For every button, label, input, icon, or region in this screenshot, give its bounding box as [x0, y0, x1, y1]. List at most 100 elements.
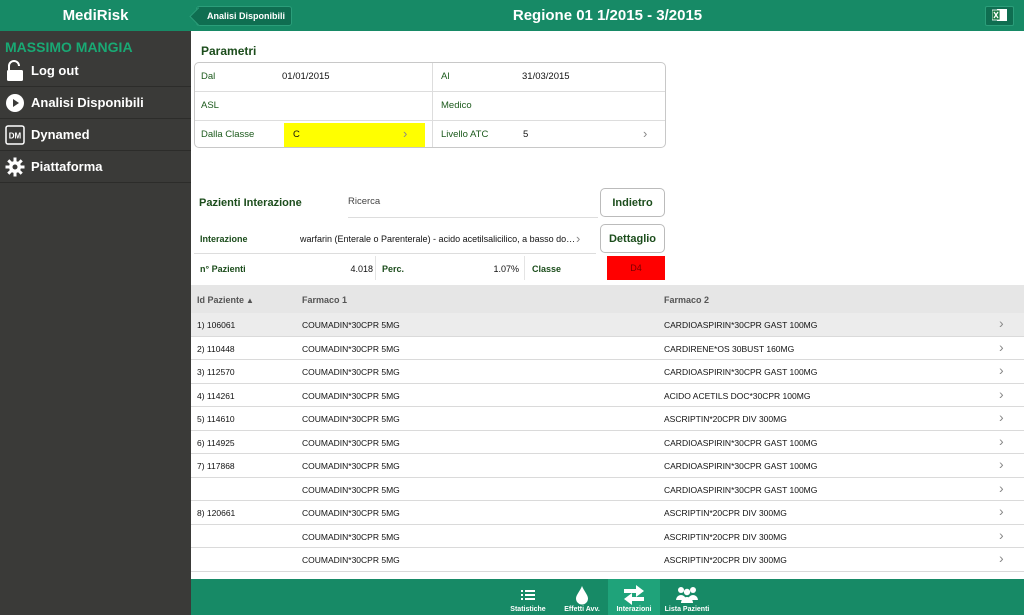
chevron-right-icon: ›: [576, 231, 581, 246]
table-row[interactable]: COUMADIN*30CPR 5MG ASCRIPTIN*20CPR DIV 30…: [191, 525, 1024, 548]
npazienti-label: n° Pazienti: [200, 264, 246, 274]
excel-icon: [991, 8, 1008, 25]
cell-id: 1) 106061: [197, 320, 236, 330]
tab-label: Effetti Avv.: [564, 606, 600, 613]
perc-value: 1.07%: [493, 264, 519, 274]
table-row[interactable]: 5) 114610 COUMADIN*30CPR 5MG ASCRIPTIN*20C…: [191, 407, 1024, 431]
sidebar-item-dynamed[interactable]: DM Dynamed: [0, 119, 191, 151]
medico-label: Medico: [441, 100, 472, 111]
cell-id: 8) 120661: [197, 508, 236, 518]
cell-farmaco1: COUMADIN*30CPR 5MG: [302, 437, 400, 448]
export-excel-button[interactable]: [985, 6, 1014, 26]
tab-interazioni[interactable]: Interazioni: [608, 579, 660, 615]
classe-badge: D4: [607, 256, 665, 280]
table-row[interactable]: 8) 120661 COUMADIN*30CPR 5MG ASCRIPTIN*20C…: [191, 501, 1024, 525]
chevron-right-icon: ›: [999, 315, 1004, 331]
cell-farmaco2: CARDIOASPIRIN*30CPR GAST 100MG: [664, 367, 818, 377]
cell-farmaco2: CARDIOASPIRIN*30CPR GAST 100MG: [664, 461, 818, 471]
cell-farmaco1: COUMADIN*30CPR 5MG: [302, 343, 400, 354]
cell-farmaco1: COUMADIN*30CPR 5MG: [302, 555, 400, 565]
chevron-right-icon: ›: [999, 385, 1004, 402]
sidebar-item-label: Piattaforma: [31, 159, 103, 174]
search-input[interactable]: Ricerca: [348, 189, 598, 218]
table-row[interactable]: 1) 106061 COUMADIN*30CPR 5MG CARDIOASPIRIN…: [191, 313, 1024, 337]
cell-farmaco1: COUMADIN*30CPR 5MG: [302, 320, 400, 330]
cell-farmaco1: COUMADIN*30CPR 5MG: [302, 367, 400, 377]
classe-selector[interactable]: C ›: [284, 123, 425, 147]
cell-id: 2) 110448: [197, 343, 235, 354]
cell-id: 7) 117868: [197, 461, 235, 471]
al-value[interactable]: 31/03/2015: [522, 71, 570, 82]
cell-farmaco2: ASCRIPTIN*20CPR DIV 300MG: [664, 414, 787, 424]
table-header: Id Paziente ▲ Farmaco 1 Farmaco 2: [191, 285, 1024, 313]
table-row[interactable]: 7) 117868 COUMADIN*30CPR 5MG CARDIOASPIRIN…: [191, 454, 1024, 478]
tab-label: Statistiche: [510, 606, 546, 613]
cell-farmaco1: COUMADIN*30CPR 5MG: [302, 414, 400, 424]
column-header-farmaco1[interactable]: Farmaco 1: [302, 295, 347, 305]
cell-id: 5) 114610: [197, 414, 235, 424]
interazione-value[interactable]: warfarin (Enterale o Parenterale) - acid…: [300, 234, 578, 244]
chevron-right-icon: ›: [999, 479, 1004, 496]
tab-lista-pazienti[interactable]: Lista Pazienti: [661, 579, 713, 615]
table-row[interactable]: 6) 114925 COUMADIN*30CPR 5MG CARDIOASPIRIN…: [191, 431, 1024, 454]
tab-effetti-avversi[interactable]: Effetti Avv.: [556, 579, 608, 615]
chevron-right-icon: ›: [643, 126, 648, 141]
back-button[interactable]: Analisi Disponibili: [196, 6, 293, 26]
bottom-tab-bar: Statistiche Effetti Avv. Interazioni Lis…: [191, 579, 1024, 615]
chevron-right-icon: ›: [999, 550, 1004, 566]
cell-id: 4) 114261: [197, 390, 235, 401]
cell-farmaco1: COUMADIN*30CPR 5MG: [302, 390, 400, 401]
chevron-right-icon: ›: [999, 432, 1004, 449]
divider: [194, 253, 596, 254]
table-row[interactable]: 3) 112570 COUMADIN*30CPR 5MG CARDIOASPIRIN…: [191, 360, 1024, 384]
indietro-button[interactable]: Indietro: [600, 188, 665, 217]
parametri-panel: Dal 01/01/2015 Al 31/03/2015 ASL Medico …: [194, 62, 666, 148]
divider: [375, 256, 376, 280]
sidebar-item-label: Log out: [31, 63, 79, 78]
tab-statistiche[interactable]: Statistiche: [502, 579, 554, 615]
atc-value: 5: [523, 129, 529, 140]
table-row[interactable]: COUMADIN*30CPR 5MG CARDIOASPIRIN*30CPR GA…: [191, 478, 1024, 501]
table-row[interactable]: COUMADIN*30CPR 5MG ASCRIPTIN*20CPR DIV 30…: [191, 548, 1024, 572]
tab-label: Interazioni: [616, 606, 652, 613]
divider: [524, 256, 525, 280]
chevron-right-icon: ›: [999, 338, 1004, 355]
sidebar-item-analisi[interactable]: Analisi Disponibili: [0, 87, 191, 119]
main-content: Parametri Dal 01/01/2015 Al 31/03/2015 A…: [191, 31, 1024, 579]
top-bar: Regione 01 1/2015 - 3/2015 Analisi Dispo…: [191, 0, 1024, 31]
column-header-farmaco2[interactable]: Farmaco 2: [664, 295, 709, 305]
dal-value[interactable]: 01/01/2015: [282, 71, 330, 82]
chevron-right-icon: ›: [999, 526, 1004, 543]
pazienti-interazione-title: Pazienti Interazione: [199, 197, 302, 209]
interazione-label: Interazione: [200, 234, 248, 244]
sidebar-item-label: Dynamed: [31, 127, 90, 142]
dm-icon: DM: [4, 124, 26, 146]
user-name: MASSIMO MANGIA: [5, 39, 133, 55]
chevron-right-icon: ›: [999, 362, 1004, 378]
unlock-icon: [4, 59, 26, 82]
chevron-right-icon: ›: [403, 126, 408, 141]
cell-id: 6) 114925: [197, 437, 235, 448]
app-title: MediRisk: [0, 0, 191, 31]
cell-farmaco1: COUMADIN*30CPR 5MG: [302, 461, 400, 471]
drop-icon: [575, 584, 589, 606]
atc-selector[interactable]: 5 ›: [515, 121, 665, 149]
cell-id: 3) 112570: [197, 367, 235, 377]
sort-up-icon: ▲: [246, 296, 254, 305]
column-header-id[interactable]: Id Paziente ▲: [197, 295, 254, 305]
table-row[interactable]: 2) 110448 COUMADIN*30CPR 5MG CARDIRENE*OS …: [191, 337, 1024, 360]
cell-farmaco2: ACIDO ACETILS DOC*30CPR 100MG: [664, 390, 811, 401]
param-row-dates: Dal 01/01/2015 Al 31/03/2015: [195, 63, 665, 91]
cell-farmaco2: ASCRIPTIN*20CPR DIV 300MG: [664, 508, 787, 518]
page-title: Regione 01 1/2015 - 3/2015: [512, 7, 703, 24]
atc-label: Livello ATC: [441, 129, 489, 140]
cell-farmaco2: ASCRIPTIN*20CPR DIV 300MG: [664, 531, 787, 542]
dettaglio-button[interactable]: Dettaglio: [600, 224, 665, 253]
interazione-classe-label: Classe: [532, 264, 562, 274]
table-row[interactable]: 4) 114261 COUMADIN*30CPR 5MG ACIDO ACETILS…: [191, 384, 1024, 407]
arrows-icon: [622, 584, 646, 606]
sidebar-item-piattaforma[interactable]: Piattaforma: [0, 151, 191, 183]
sidebar-item-logout[interactable]: Log out: [0, 55, 191, 87]
gear-icon: [4, 156, 26, 178]
chevron-right-icon: ›: [999, 503, 1004, 519]
